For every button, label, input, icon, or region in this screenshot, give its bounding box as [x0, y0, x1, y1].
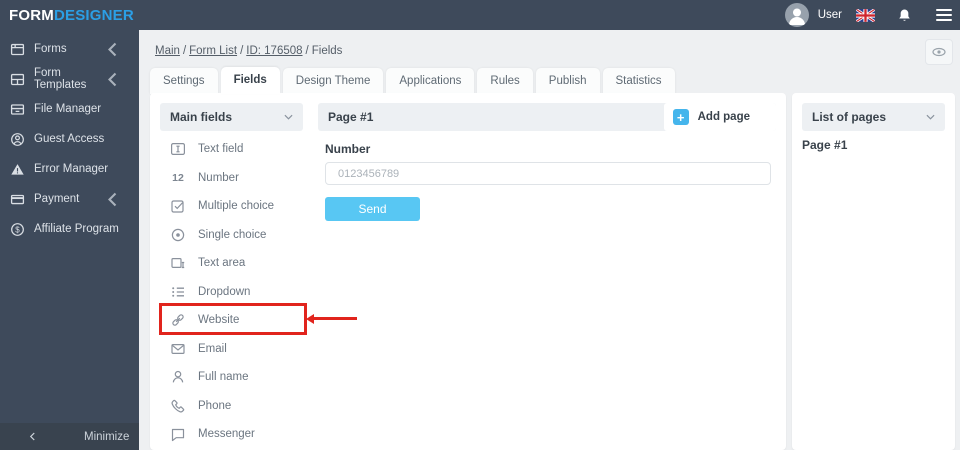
error-manager-icon [11, 163, 24, 175]
chevron-left-icon [108, 72, 117, 86]
breadcrumb-main[interactable]: Main [155, 45, 180, 57]
chevron-down-icon [284, 114, 293, 120]
sidebar-item-label: Affiliate Program [34, 223, 119, 235]
breadcrumb-form-id[interactable]: ID: 176508 [246, 45, 302, 57]
uk-flag-svg [856, 8, 875, 22]
sidebar-item-guest-access[interactable]: Guest Access [0, 124, 139, 154]
field-type-messenger[interactable]: Messenger [160, 420, 310, 449]
field-type-multiple-choice[interactable]: Multiple choice [160, 192, 310, 221]
list-of-pages-label: List of pages [812, 110, 887, 124]
tab-bar: Settings Fields Design Theme Application… [150, 67, 678, 94]
minimize-label: Minimize [84, 430, 130, 443]
file-manager-icon [10, 103, 25, 115]
preview-field-label: Number [325, 142, 371, 156]
topbar: User [139, 0, 960, 30]
text-area-icon [171, 258, 185, 269]
avatar[interactable] [784, 3, 809, 27]
payment-icon [10, 194, 25, 204]
list-of-pages-dropdown[interactable]: List of pages [802, 103, 945, 131]
chevron-down-icon [926, 114, 935, 120]
app-logo[interactable]: FORM DESIGNER [0, 0, 139, 30]
field-type-list: Text field 12 Number Multiple choice Sin… [160, 135, 310, 449]
sidebar-minimize-button[interactable]: Minimize [0, 423, 139, 450]
sidebar-item-forms[interactable]: Forms [0, 34, 139, 64]
breadcrumb-form-list[interactable]: Form List [189, 45, 237, 57]
breadcrumb-current: Fields [311, 45, 343, 57]
breadcrumb: Main / Form List / ID: 176508/Fields [155, 45, 343, 57]
single-choice-icon [171, 228, 185, 241]
multiple-choice-icon [171, 200, 184, 213]
preview-form-button[interactable] [925, 39, 953, 65]
sidebar-item-label: Forms [34, 43, 67, 55]
sidebar-item-label: Payment [34, 193, 80, 205]
logo-designer: DESIGNER [53, 6, 134, 24]
menu-icon[interactable] [936, 6, 952, 24]
field-type-dropdown[interactable]: Dropdown [160, 278, 310, 307]
svg-text:$: $ [15, 225, 20, 234]
sidebar-item-payment[interactable]: Payment [0, 184, 139, 214]
add-page-label: Add page [697, 111, 750, 123]
chevron-left-icon [29, 432, 35, 441]
dropdown-icon [172, 286, 184, 297]
full-name-icon [172, 371, 184, 383]
sidebar-item-label: Guest Access [34, 133, 105, 145]
sidebar-item-label: Error Manager [34, 163, 109, 175]
email-icon [171, 343, 185, 354]
field-type-website[interactable]: Website [160, 306, 310, 335]
field-type-text-field[interactable]: Text field [160, 135, 310, 164]
tab-rules[interactable]: Rules [477, 68, 533, 94]
sidebar-item-error-manager[interactable]: Error Manager [0, 154, 139, 184]
pages-card: List of pages Page #1 [792, 93, 955, 450]
messenger-icon [171, 429, 185, 442]
bell-icon [899, 9, 910, 21]
forms-icon [10, 43, 25, 55]
user-menu[interactable]: User [818, 9, 842, 21]
field-type-full-name[interactable]: Full name [160, 363, 310, 392]
send-button[interactable]: Send [325, 197, 420, 221]
chevron-left-icon [108, 192, 117, 206]
main-fields-dropdown[interactable]: Main fields [160, 103, 303, 131]
sidebar-item-affiliate-program[interactable]: $ Affiliate Program [0, 214, 139, 244]
person-icon [788, 8, 805, 25]
field-type-number[interactable]: 12 Number [160, 164, 310, 193]
sidebar-item-label: File Manager [34, 103, 102, 115]
fields-editor-card: Main fields Page #1 + Add page Text fiel… [150, 93, 786, 450]
phone-icon [171, 399, 185, 413]
tab-publish[interactable]: Publish [535, 68, 600, 94]
content-area: Main / Form List / ID: 176508/Fields Setting… [139, 30, 960, 450]
page-list-item[interactable]: Page #1 [802, 138, 847, 152]
text-field-icon [171, 143, 186, 156]
annotation-arrow [306, 313, 357, 324]
tab-design-theme[interactable]: Design Theme [282, 68, 384, 94]
uk-flag-icon[interactable] [856, 8, 875, 22]
sidebar: FORM DESIGNER Forms Form Templates File M… [0, 0, 139, 450]
sidebar-item-label: Form Templates [34, 67, 87, 91]
field-type-email[interactable]: Email [160, 335, 310, 364]
add-page-button[interactable]: + Add page [663, 103, 776, 131]
tab-settings[interactable]: Settings [150, 68, 218, 94]
page-title: Page #1 [328, 110, 374, 124]
logo-form: FORM [9, 6, 54, 24]
tab-statistics[interactable]: Statistics [602, 68, 675, 94]
field-type-text-area[interactable]: Text area [160, 249, 310, 278]
sidebar-menu: Forms Form Templates File Manager Guest … [0, 34, 139, 244]
tab-fields[interactable]: Fields [220, 67, 280, 94]
form-templates-icon [10, 73, 25, 85]
website-icon [172, 314, 184, 326]
affiliate-icon: $ [11, 222, 24, 236]
sidebar-item-form-templates[interactable]: Form Templates [0, 64, 139, 94]
tab-applications[interactable]: Applications [386, 68, 475, 94]
plus-icon: + [672, 109, 689, 125]
chevron-left-icon [108, 42, 117, 56]
field-type-single-choice[interactable]: Single choice [160, 221, 310, 250]
notifications-button[interactable] [897, 8, 912, 23]
guest-access-icon [11, 132, 24, 146]
field-type-phone[interactable]: Phone [160, 392, 310, 421]
sidebar-item-file-manager[interactable]: File Manager [0, 94, 139, 124]
number-icon: 12 [172, 171, 184, 184]
eye-icon [932, 47, 946, 57]
main-fields-label: Main fields [170, 110, 233, 124]
page-header: Page #1 + Add page [318, 103, 776, 131]
preview-number-input[interactable] [325, 162, 771, 185]
